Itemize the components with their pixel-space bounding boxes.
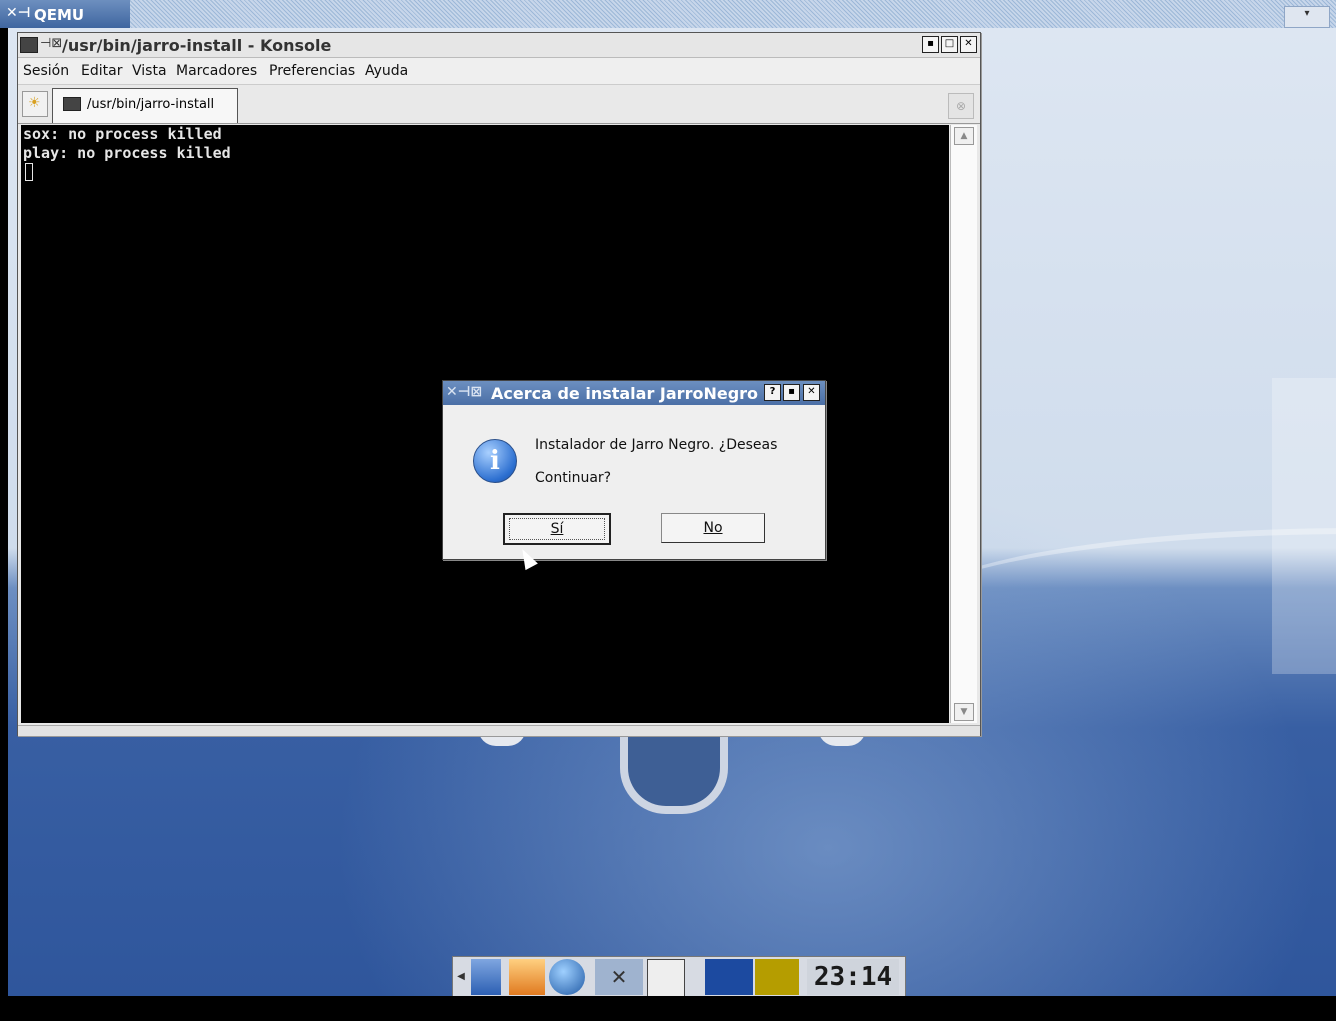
scroll-up-button[interactable]: ▲ bbox=[954, 127, 974, 145]
menu-sesion[interactable]: Sesión bbox=[23, 63, 69, 79]
terminal-line: sox: no process killed bbox=[23, 125, 222, 143]
terminal-taskbar-icon[interactable] bbox=[647, 959, 685, 996]
terminal-icon bbox=[63, 97, 81, 111]
panel-clock[interactable]: 23:14 bbox=[807, 959, 899, 995]
menu-marcadores[interactable]: Marcadores bbox=[176, 63, 257, 79]
x11-icon: ✕⊣⊠ bbox=[446, 384, 483, 400]
dialog-title: Acerca de instalar JarroNegro bbox=[491, 384, 759, 403]
menu-vista[interactable]: Vista bbox=[132, 63, 167, 79]
tab-label: /usr/bin/jarro-install bbox=[87, 97, 215, 112]
kde-menu-icon[interactable] bbox=[471, 959, 501, 995]
menu-preferencias[interactable]: Preferencias bbox=[269, 63, 355, 79]
maximize-button[interactable]: □ bbox=[941, 36, 958, 53]
terminal-icon bbox=[20, 37, 38, 53]
minimize-button[interactable]: ▪ bbox=[783, 384, 800, 401]
menu-ayuda[interactable]: Ayuda bbox=[365, 63, 408, 79]
window-menu-button[interactable]: ▾ bbox=[1284, 6, 1330, 28]
qemu-window-title: QEMU bbox=[34, 6, 85, 24]
terminal-scrollbar[interactable]: ▲ ▼ bbox=[950, 125, 977, 723]
wallpaper-jar bbox=[620, 728, 728, 814]
yes-button-label: Sí bbox=[550, 521, 564, 537]
home-folder-icon[interactable] bbox=[509, 959, 545, 995]
kde-panel: ◀ ✕ 23:14 bbox=[452, 956, 906, 996]
qemu-titlebar[interactable]: ✕⊣ QEMU ▾ bbox=[0, 0, 1336, 28]
system-monitor-icon[interactable] bbox=[705, 959, 753, 995]
web-browser-icon[interactable] bbox=[549, 959, 585, 995]
konsole-bottom-border[interactable] bbox=[18, 725, 980, 736]
wallpaper-panel bbox=[1272, 378, 1336, 674]
close-session-button[interactable]: ⊗ bbox=[948, 93, 974, 119]
close-button[interactable]: ✕ bbox=[803, 384, 820, 401]
scroll-down-button[interactable]: ▼ bbox=[954, 703, 974, 721]
help-button[interactable]: ? bbox=[764, 384, 781, 401]
new-session-button[interactable]: ☀ bbox=[22, 91, 48, 117]
guest-desktop: ⊣⊠ /usr/bin/jarro-install - Konsole ▪ □ … bbox=[8, 28, 1336, 996]
menu-editar[interactable]: Editar bbox=[81, 63, 122, 79]
yes-button[interactable]: Sí bbox=[503, 513, 611, 545]
about-dialog: ✕⊣⊠ Acerca de instalar JarroNegro ? ▪ ✕ … bbox=[442, 380, 826, 560]
qemu-bottom-border bbox=[0, 996, 1336, 1021]
panel-hide-arrow-icon[interactable]: ◀ bbox=[455, 959, 467, 995]
dialog-titlebar[interactable]: ✕⊣⊠ Acerca de instalar JarroNegro ? ▪ ✕ bbox=[443, 381, 825, 405]
system-monitor-graph-icon[interactable] bbox=[755, 959, 799, 995]
text-cursor bbox=[25, 163, 33, 181]
terminal-line: play: no process killed bbox=[23, 144, 231, 162]
new-session-icon: ☀ bbox=[28, 95, 41, 111]
pin-icon[interactable]: ⊣⊠ bbox=[40, 36, 62, 51]
konsole-title: /usr/bin/jarro-install - Konsole bbox=[62, 36, 332, 55]
minimize-button[interactable]: ▪ bbox=[922, 36, 939, 53]
terminal-cursor-line bbox=[21, 163, 949, 182]
no-button-label: No bbox=[703, 520, 723, 536]
dialog-message-line2: Continuar? bbox=[535, 470, 612, 486]
no-button[interactable]: No bbox=[661, 513, 765, 543]
information-icon: i bbox=[473, 439, 517, 483]
close-button[interactable]: ✕ bbox=[960, 36, 977, 53]
x11-icon[interactable]: ✕ bbox=[595, 959, 643, 995]
konsole-titlebar[interactable]: ⊣⊠ /usr/bin/jarro-install - Konsole ▪ □ … bbox=[18, 33, 980, 58]
konsole-menubar: Sesión Editar Vista Marcadores Preferenc… bbox=[18, 58, 980, 85]
dialog-message-line1: Instalador de Jarro Negro. ¿Deseas bbox=[535, 437, 778, 453]
tab-jarro-install[interactable]: /usr/bin/jarro-install bbox=[52, 88, 238, 123]
konsole-tabbar: ☀ /usr/bin/jarro-install ⊗ bbox=[18, 85, 980, 124]
x11-icon: ✕⊣ bbox=[6, 5, 31, 21]
